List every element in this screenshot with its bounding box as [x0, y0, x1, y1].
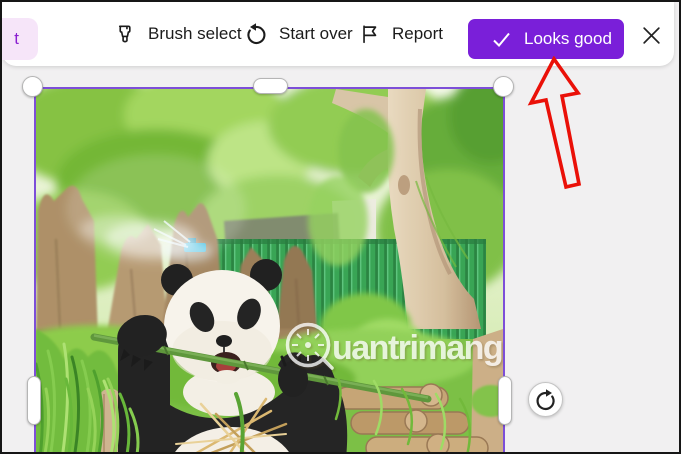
- report-button[interactable]: Report: [359, 2, 443, 66]
- paint-brush-icon: [118, 25, 131, 42]
- close-icon: [642, 26, 660, 44]
- brush-select-button[interactable]: Brush select: [114, 2, 242, 66]
- checkmark-icon: [493, 32, 510, 47]
- annotation-arrow-icon: [527, 56, 582, 190]
- rotate-handle[interactable]: [528, 382, 563, 417]
- start-over-button[interactable]: Start over: [244, 2, 353, 66]
- flag-icon: [363, 25, 377, 44]
- close-button[interactable]: [638, 22, 664, 48]
- generated-image[interactable]: uantrimang: [34, 87, 505, 452]
- looks-good-button[interactable]: Looks good: [468, 19, 624, 59]
- cocreator-window: uantrimang t Brush select Start over Rep…: [0, 0, 681, 454]
- panda-photo-scene: uantrimang: [36, 89, 503, 452]
- select-tool-partial-label: t: [14, 29, 19, 48]
- brush-select-label: Brush select: [148, 24, 242, 43]
- start-over-label: Start over: [279, 24, 353, 43]
- resize-handle-right-middle[interactable]: [498, 376, 512, 425]
- resize-handle-left-middle[interactable]: [27, 376, 41, 425]
- resize-handle-top-center[interactable]: [253, 78, 288, 94]
- resize-handle-top-left[interactable]: [22, 76, 43, 97]
- resize-handle-top-right[interactable]: [493, 76, 514, 97]
- report-label: Report: [392, 24, 444, 43]
- looks-good-label: Looks good: [524, 29, 612, 48]
- rotate-clockwise-icon: [536, 388, 555, 410]
- select-tool-partial-button[interactable]: t: [2, 18, 38, 60]
- toolbar: t Brush select Start over Report Looks g…: [2, 2, 674, 66]
- arrow-counterclockwise-icon: [247, 23, 266, 45]
